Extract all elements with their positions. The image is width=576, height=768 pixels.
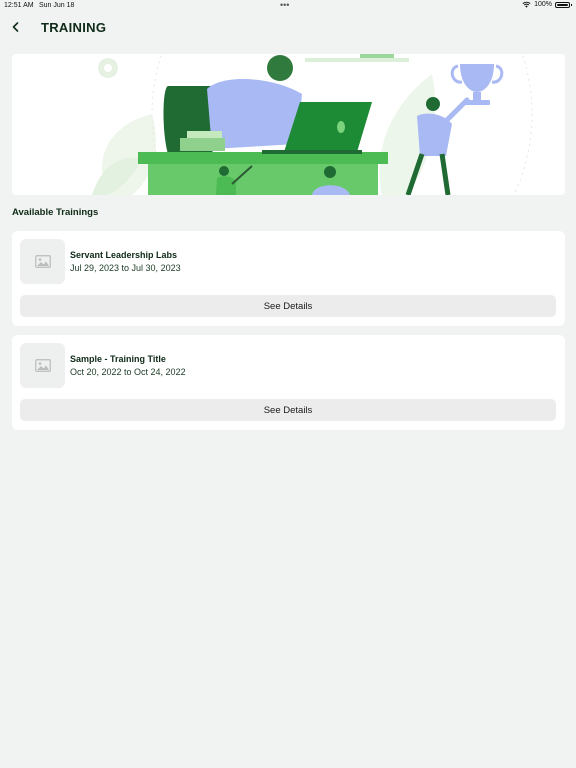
battery-percent: 100% <box>534 1 552 8</box>
standing-person-head <box>426 97 440 111</box>
status-right: 100% <box>522 1 572 8</box>
image-placeholder-icon <box>34 359 51 372</box>
see-details-button[interactable]: See Details <box>20 399 556 421</box>
training-dates: Jul 29, 2023 to Jul 30, 2023 <box>70 263 181 273</box>
battery-icon <box>555 1 572 8</box>
chevron-left-icon[interactable] <box>10 19 22 35</box>
shelf <box>305 58 409 62</box>
wifi-icon <box>522 1 531 8</box>
image-placeholder-icon <box>34 255 51 268</box>
hero-illustration <box>12 54 565 195</box>
shelf-books <box>360 54 394 58</box>
training-illustration <box>12 54 565 195</box>
training-card: Servant Leadership Labs Jul 29, 2023 to … <box>12 231 565 326</box>
gear-shape <box>104 64 112 72</box>
laptop-base <box>262 150 362 154</box>
status-time: 12:51 AM <box>4 2 34 9</box>
status-date: Sun Jun 18 <box>39 2 75 9</box>
header: TRAINING <box>0 14 576 42</box>
book-stack <box>180 138 225 151</box>
multitasking-dots[interactable]: ••• <box>280 0 289 10</box>
status-bar: 12:51 AM Sun Jun 18 ••• 100% <box>0 0 576 12</box>
training-thumbnail <box>20 239 65 284</box>
page-title: TRAINING <box>41 20 107 35</box>
training-thumbnail <box>20 343 65 388</box>
section-title: Available Trainings <box>12 207 99 218</box>
person-head <box>267 55 293 81</box>
book-stack <box>187 131 222 138</box>
training-card: Sample - Training Title Oct 20, 2022 to … <box>12 335 565 430</box>
training-title: Sample - Training Title <box>70 354 166 364</box>
see-details-button[interactable]: See Details <box>20 295 556 317</box>
training-title: Servant Leadership Labs <box>70 250 178 260</box>
training-dates: Oct 20, 2022 to Oct 24, 2022 <box>70 367 186 377</box>
